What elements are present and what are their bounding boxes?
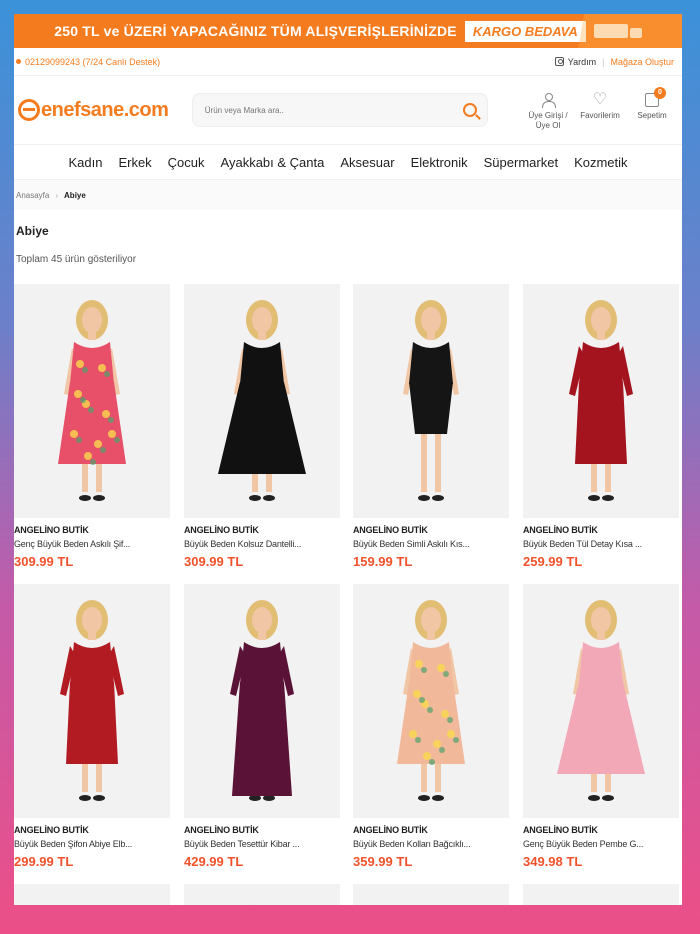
product-name[interactable]: Genç Büyük Beden Pembe G... — [523, 839, 679, 849]
favorites-label: Favorilerim — [580, 111, 620, 120]
dress-model-illustration — [569, 300, 633, 501]
page-frame: 250 TL ve ÜZERİ YAPACAĞINIZ TÜM ALIŞVERİ… — [14, 14, 682, 905]
product-brand: ANGELİNO BUTİK — [14, 525, 89, 535]
dress-model-illustration — [557, 600, 645, 801]
product-image[interactable] — [353, 284, 509, 518]
cart-count-badge: 0 — [654, 87, 666, 99]
product-image[interactable] — [184, 884, 340, 905]
account-button[interactable]: Üye Girişi / Üye Ol — [522, 89, 574, 131]
heart-icon: ♡ — [592, 91, 608, 108]
product-card[interactable]: ANGELİNO BUTİK Büyük Beden Şifon Abiye El… — [14, 584, 170, 869]
promo-banner[interactable]: 250 TL ve ÜZERİ YAPACAĞINIZ TÜM ALIŞVERİ… — [14, 14, 682, 48]
product-price: 359.99 TL — [353, 854, 413, 869]
product-name[interactable]: Büyük Beden Kolsuz Dantelli... — [184, 539, 340, 549]
favorites-button[interactable]: ♡ Favorilerim — [574, 89, 626, 131]
product-price: 349.98 TL — [523, 854, 583, 869]
dress-model-illustration — [230, 600, 294, 801]
logo-text: enefsane.com — [41, 98, 169, 121]
promo-text: 250 TL ve ÜZERİ YAPACAĞINIZ TÜM ALIŞVERİ… — [54, 23, 457, 39]
product-card[interactable]: ANGELİNO BUTİK Büyük Beden Kolsuz Dantell… — [184, 284, 340, 569]
nav-item-cocuk[interactable]: Çocuk — [168, 155, 205, 170]
nav-item-kozmetik[interactable]: Kozmetik — [574, 155, 627, 170]
help-link[interactable]: Yardım — [568, 57, 596, 67]
page-title: Abiye — [16, 224, 49, 238]
product-card[interactable]: ANGELİNO BUTİK Genç Büyük Beden Askılı Şi… — [14, 284, 170, 569]
product-name[interactable]: Genç Büyük Beden Askılı Şif... — [14, 539, 170, 549]
shopping-bag-icon: 0 — [645, 87, 666, 107]
product-brand: ANGELİNO BUTİK — [523, 825, 598, 835]
cart-label: Sepetim — [637, 111, 667, 120]
product-card[interactable]: ANGELİNO BUTİK Genç Büyük Beden Pembe G..… — [523, 584, 679, 869]
product-image[interactable] — [353, 584, 509, 818]
product-card[interactable]: ANGELİNO BUTİK Büyük Beden Tesettür Kibar… — [184, 584, 340, 869]
breadcrumb: Anasayfa › Abiye — [14, 180, 682, 210]
product-price: 159.99 TL — [353, 554, 413, 569]
create-store-link[interactable]: Mağaza Oluştur — [610, 57, 674, 67]
result-count: Toplam 45 ürün gösteriliyor — [16, 254, 137, 265]
category-nav: Kadın Erkek Çocuk Ayakkabı & Çanta Akses… — [14, 144, 682, 180]
product-brand: ANGELİNO BUTİK — [184, 825, 259, 835]
nav-item-supermarket[interactable]: Süpermarket — [484, 155, 558, 170]
header: enefsane.com Üye Girişi / Üye Ol ♡ Favor… — [14, 76, 682, 144]
site-logo[interactable]: enefsane.com — [18, 99, 192, 122]
product-image[interactable] — [14, 284, 170, 518]
product-price: 309.99 TL — [184, 554, 244, 569]
dress-model-illustration — [58, 300, 126, 501]
nav-item-aksesuar[interactable]: Aksesuar — [340, 155, 394, 170]
nav-item-erkek[interactable]: Erkek — [118, 155, 151, 170]
dress-model-illustration — [218, 300, 306, 501]
search-icon[interactable] — [463, 103, 477, 117]
support-phone-label: 02129099243 (7/24 Canlı Destek) — [25, 56, 161, 67]
free-shipping-badge: KARGO BEDAVA — [464, 20, 586, 42]
product-brand: ANGELİNO BUTİK — [353, 525, 428, 535]
dress-model-illustration — [60, 600, 124, 801]
account-label: Üye Girişi / Üye Ol — [528, 111, 568, 130]
product-image[interactable] — [14, 584, 170, 818]
product-brand: ANGELİNO BUTİK — [523, 525, 598, 535]
help-icon — [554, 57, 564, 66]
nav-item-elektronik[interactable]: Elektronik — [411, 155, 468, 170]
product-name[interactable]: Büyük Beden Tül Detay Kısa ... — [523, 539, 679, 549]
product-image[interactable] — [353, 884, 509, 905]
dress-model-illustration — [397, 600, 465, 801]
product-image[interactable] — [14, 884, 170, 905]
support-phone[interactable]: 02129099243 (7/24 Canlı Destek) — [16, 57, 160, 67]
product-brand: ANGELİNO BUTİK — [184, 525, 259, 535]
product-card[interactable]: ANGELİNO BUTİK Büyük Beden Tül Detay Kısa… — [523, 284, 679, 569]
product-brand: ANGELİNO BUTİK — [353, 825, 428, 835]
logo-mark-icon — [18, 99, 40, 121]
top-bar: 02129099243 (7/24 Canlı Destek) Yardım |… — [14, 48, 682, 76]
cart-button[interactable]: 0 Sepetim — [626, 87, 678, 131]
product-name[interactable]: Büyük Beden Simli Askılı Kıs... — [353, 539, 509, 549]
product-card[interactable]: ANGELİNO BUTİK Büyük Beden Simli Askılı K… — [353, 284, 509, 569]
nav-item-kadin[interactable]: Kadın — [68, 155, 102, 170]
product-price: 259.99 TL — [523, 554, 583, 569]
product-name[interactable]: Büyük Beden Tesettür Kibar ... — [184, 839, 340, 849]
chevron-right-icon: › — [55, 190, 59, 200]
dress-model-illustration — [403, 300, 459, 501]
product-image[interactable] — [184, 584, 340, 818]
product-image[interactable] — [523, 284, 679, 518]
product-price: 429.99 TL — [184, 854, 244, 869]
product-card[interactable]: ANGELİNO BUTİK Büyük Beden Kolları Bağcık… — [353, 584, 509, 869]
search-box — [191, 93, 488, 127]
breadcrumb-home[interactable]: Anasayfa — [16, 191, 49, 200]
product-image[interactable] — [523, 884, 679, 905]
product-name[interactable]: Büyük Beden Kolları Bağcıklı... — [353, 839, 509, 849]
search-input[interactable] — [204, 105, 445, 115]
user-icon — [542, 93, 556, 108]
product-image[interactable] — [184, 284, 340, 518]
breadcrumb-current: Abiye — [64, 190, 86, 200]
product-price: 309.99 TL — [14, 554, 74, 569]
product-price: 299.99 TL — [14, 854, 74, 869]
phone-dot-icon — [16, 59, 21, 64]
nav-item-ayakkabi-canta[interactable]: Ayakkabı & Çanta — [221, 155, 325, 170]
product-name[interactable]: Büyük Beden Şifon Abiye Elb... — [14, 839, 170, 849]
product-image[interactable] — [523, 584, 679, 818]
product-brand: ANGELİNO BUTİK — [14, 825, 89, 835]
